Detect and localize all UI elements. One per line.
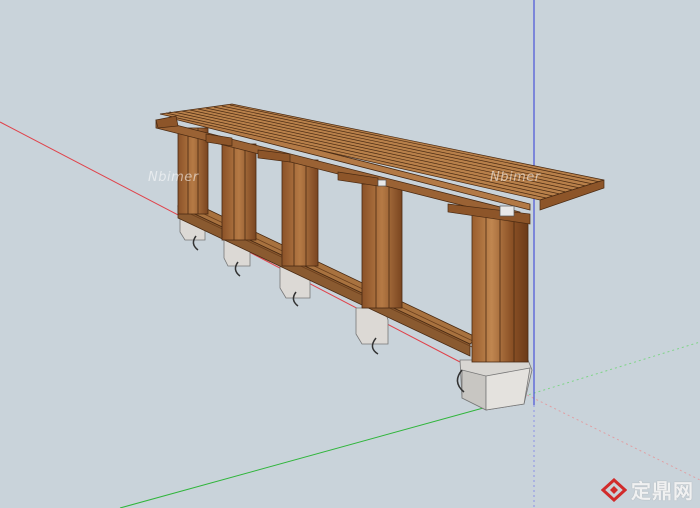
watermark-left: Nbimer — [148, 170, 199, 185]
green-axis — [119, 401, 506, 508]
watermark-right: Nbimer — [490, 170, 541, 185]
model-viewport[interactable]: Nbimer Nbimer 定鼎网 — [0, 0, 700, 508]
logo-text: 定鼎网 — [631, 479, 694, 503]
zhulong-logo-icon — [601, 477, 627, 502]
pergola-scene — [0, 0, 700, 508]
site-logo: 定鼎网 — [601, 475, 694, 504]
